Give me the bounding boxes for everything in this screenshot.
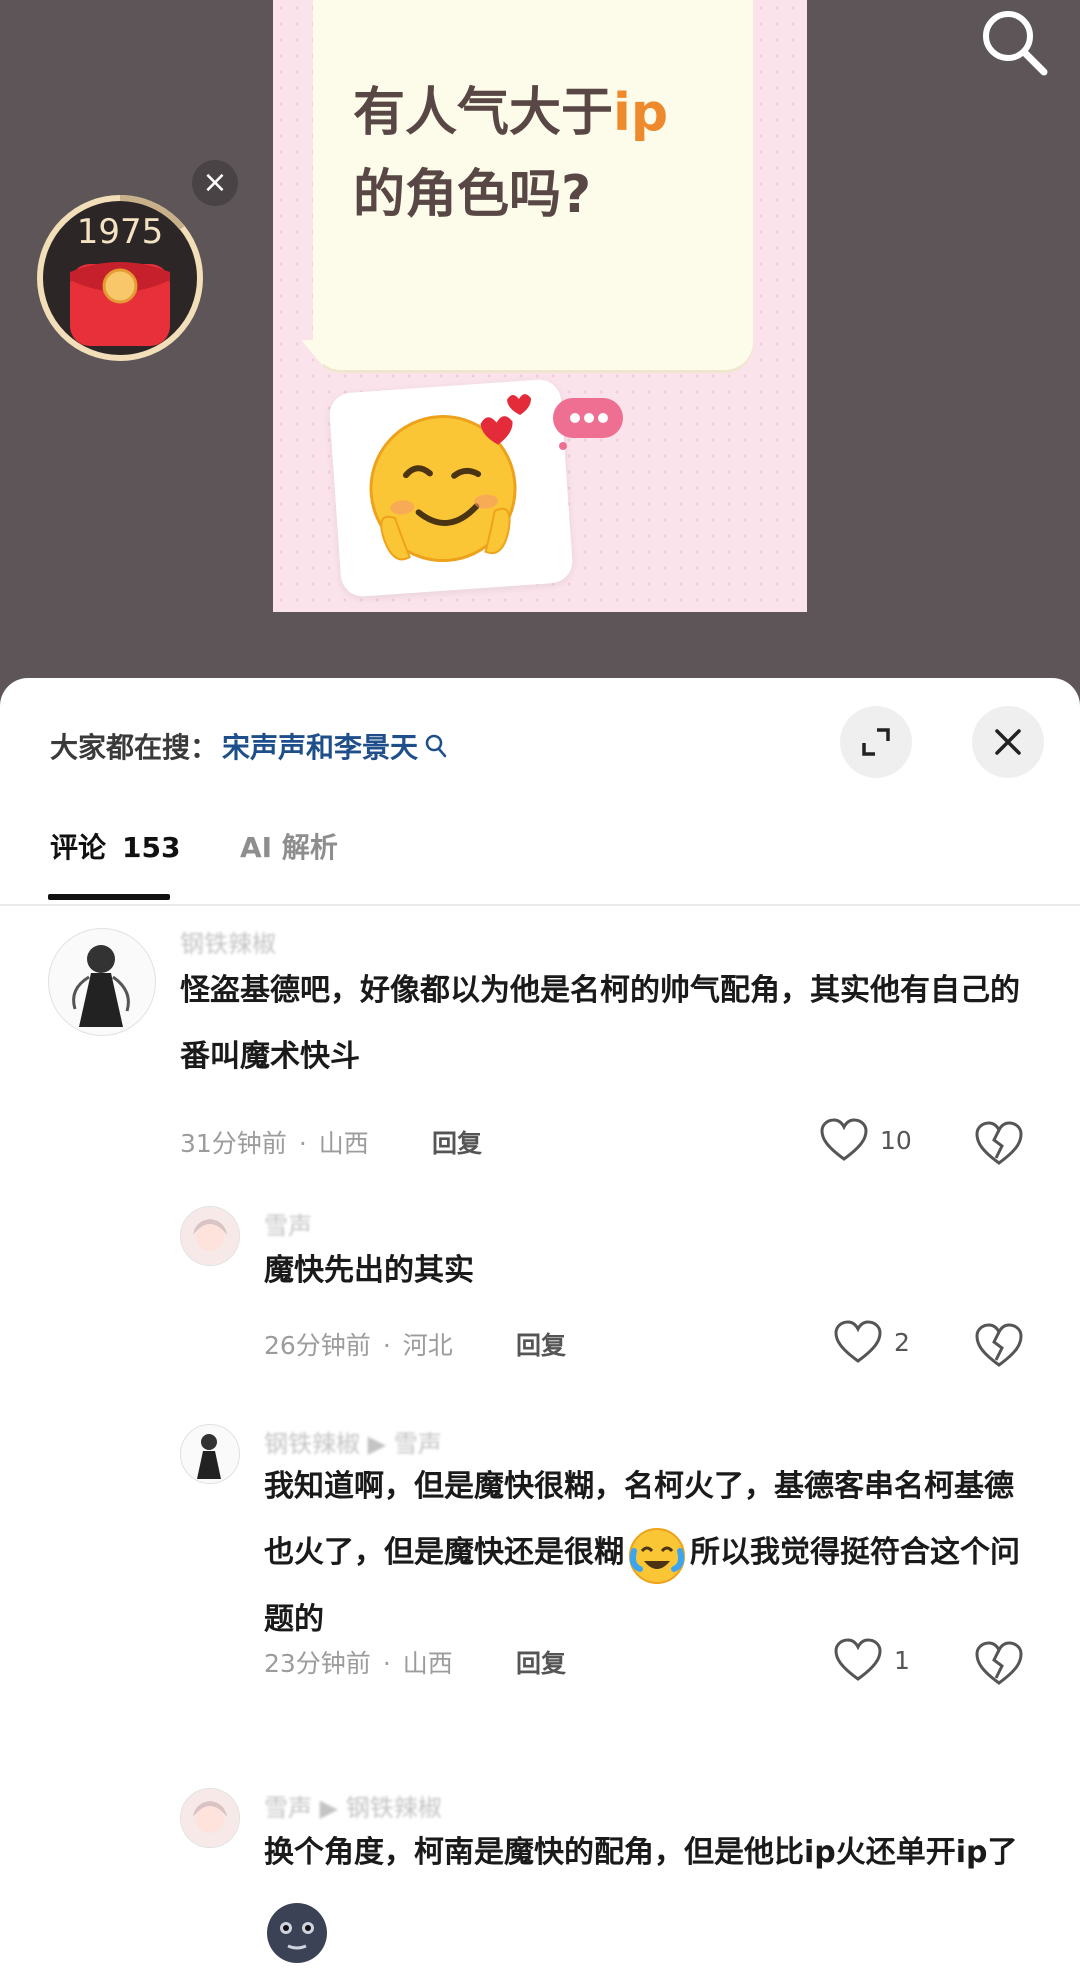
tab-ai-analysis[interactable]: AI 解析 [240, 826, 338, 866]
poster-question: 有人气大于ip 的角色吗? [353, 83, 669, 225]
close-button[interactable] [972, 706, 1044, 778]
avatar[interactable] [180, 1788, 240, 1848]
trending-search-link[interactable]: 宋声声和李景天 [222, 726, 418, 766]
reply-meta: 26分钟前 · 河北 [264, 1331, 453, 1360]
reply-text: 魔快先出的其实 [264, 1253, 474, 1288]
like-count: 10 [880, 1125, 912, 1155]
like-button[interactable]: 10 [820, 1118, 912, 1162]
comment-text: 怪盗基德吧，好像都以为他是名柯的帅气配角，其实他有自己的番叫魔术快斗 [180, 973, 1020, 1074]
reply-item: 雪声 魔快先出的其实 26分钟前 · 河北 回复 2 [0, 1206, 1080, 1406]
search-icon[interactable] [978, 6, 1052, 80]
comments-sheet: 大家都在搜： 宋声声和李景天 评论 153 AI 解析 钢铁辣椒 怪盗基德吧，好… [0, 678, 1080, 1988]
avatar[interactable] [48, 928, 156, 1036]
crying-laughing-emoji-icon [629, 1527, 685, 1584]
heart-icon [834, 1638, 882, 1681]
expand-icon [862, 728, 890, 756]
chat-bubble-icon [553, 398, 623, 450]
like-count: 2 [894, 1327, 910, 1357]
heart-icon [820, 1118, 868, 1161]
like-button[interactable]: 2 [834, 1320, 910, 1364]
like-button[interactable]: 1 [834, 1638, 910, 1682]
red-packet-count: 1975 [76, 212, 164, 252]
avatar[interactable] [180, 1424, 240, 1484]
moon-face-emoji-icon [267, 1903, 327, 1963]
video-player[interactable]: 1975 × 有人气大于ip 的角色吗? [0, 0, 1080, 690]
close-icon [995, 729, 1021, 755]
broken-heart-icon[interactable] [974, 1322, 1024, 1368]
reply-button[interactable]: 回复 [432, 1124, 482, 1160]
tab-comments[interactable]: 评论 153 [50, 826, 180, 866]
trending-search[interactable]: 大家都在搜： 宋声声和李景天 [50, 716, 448, 776]
reply-item: 钢铁辣椒 ▶ 雪声 我知道啊，但是魔快很糊，名柯火了，基德客串名柯基德也火了，但… [0, 1424, 1080, 1784]
reply-button[interactable]: 回复 [516, 1644, 566, 1680]
reply-username[interactable]: 雪声 [264, 1206, 312, 1241]
comment-meta: 31分钟前 · 山西 [180, 1129, 369, 1158]
video-poster: 有人气大于ip 的角色吗? [273, 0, 807, 612]
tab-indicator [48, 894, 170, 900]
reply-meta: 23分钟前 · 山西 [264, 1649, 453, 1678]
like-count: 1 [894, 1645, 910, 1675]
broken-heart-icon[interactable] [974, 1640, 1024, 1686]
broken-heart-icon[interactable] [974, 1120, 1024, 1166]
tab-bar: 评论 153 AI 解析 [0, 808, 1080, 906]
wink-emoji-icon [369, 394, 531, 563]
reply-button[interactable]: 回复 [516, 1326, 566, 1362]
reply-text: 我知道啊，但是魔快很糊，名柯火了，基德客串名柯基德也火了，但是魔快还是很糊 所以… [264, 1469, 1020, 1637]
search-icon [425, 734, 447, 758]
heart-icon [834, 1320, 882, 1363]
reply-item: 雪声 ▶ 钢铁辣椒 换个角度，柯南是魔快的配角，但是他比ip火还单开ip了 [0, 1788, 1080, 1988]
reply-text: 换个角度，柯南是魔快的配角，但是他比ip火还单开ip了 [264, 1835, 1018, 1870]
reply-username[interactable]: 雪声 ▶ 钢铁辣椒 [264, 1788, 442, 1823]
red-packet-close-icon[interactable]: × [192, 160, 238, 206]
emoji-card [328, 378, 574, 598]
expand-button[interactable] [840, 706, 912, 778]
avatar[interactable] [180, 1206, 240, 1266]
comment-username[interactable]: 钢铁辣椒 [180, 924, 276, 959]
